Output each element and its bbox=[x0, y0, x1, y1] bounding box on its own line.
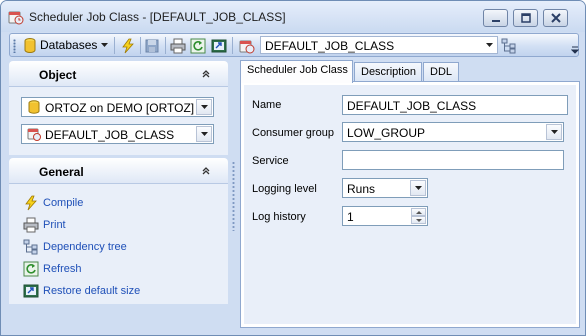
close-button[interactable] bbox=[543, 9, 568, 27]
tab-strip: Scheduler Job Class Description DDL bbox=[240, 60, 580, 83]
maximize-icon bbox=[521, 13, 531, 23]
job-class-icon bbox=[27, 128, 41, 141]
chevron-down-icon bbox=[201, 132, 208, 136]
database-combo-dropdown-button[interactable] bbox=[196, 99, 212, 115]
consumer-group-dropdown-button[interactable] bbox=[546, 124, 562, 140]
database-icon bbox=[28, 100, 40, 114]
compile-link-label[interactable]: Compile bbox=[43, 197, 83, 209]
consumer-group-value: LOW_GROUP bbox=[347, 126, 426, 140]
minimize-button[interactable] bbox=[483, 9, 508, 27]
close-icon bbox=[551, 13, 561, 23]
name-label: Name bbox=[252, 99, 282, 111]
chevron-up-icon bbox=[416, 211, 422, 214]
refresh-link-label[interactable]: Refresh bbox=[43, 263, 82, 275]
object-selector-dropdown-button[interactable] bbox=[483, 37, 497, 53]
toolbar-grip[interactable] bbox=[13, 39, 16, 53]
save-icon[interactable] bbox=[144, 38, 160, 54]
chevron-down-icon bbox=[551, 130, 558, 134]
tab-content: Name DEFAULT_JOB_CLASS Consumer group LO… bbox=[240, 81, 580, 328]
dependency-tree-link-label[interactable]: Dependency tree bbox=[43, 241, 127, 253]
restore-default-size-link-label[interactable]: Restore default size bbox=[43, 285, 140, 297]
object-selector-value: DEFAULT_JOB_CLASS bbox=[265, 39, 395, 53]
restore-size-icon bbox=[23, 284, 39, 298]
toolbar-separator bbox=[114, 37, 115, 54]
databases-menu-button[interactable]: Databases bbox=[40, 38, 97, 55]
tab-description[interactable]: Description bbox=[354, 62, 422, 82]
title-bar[interactable]: Scheduler Job Class - [DEFAULT_JOB_CLASS… bbox=[1, 1, 585, 32]
restore-size-icon[interactable] bbox=[211, 38, 227, 54]
service-field[interactable] bbox=[342, 150, 564, 170]
tab-scheduler-job-class[interactable]: Scheduler Job Class bbox=[240, 60, 353, 83]
chevron-down-icon bbox=[201, 105, 208, 109]
job-class-icon bbox=[8, 11, 24, 25]
job-class-form: Name DEFAULT_JOB_CLASS Consumer group LO… bbox=[244, 85, 576, 324]
database-icon[interactable] bbox=[24, 37, 36, 54]
database-combo[interactable]: ORTOZ on DEMO [ORTOZ] bbox=[21, 97, 214, 117]
toolbar: Databases DEFAULT_JOB_CLASS bbox=[9, 33, 579, 57]
service-label: Service bbox=[252, 155, 289, 167]
tab-ddl[interactable]: DDL bbox=[423, 62, 459, 82]
refresh-icon[interactable] bbox=[190, 38, 206, 54]
toolbar-separator bbox=[232, 37, 233, 54]
database-combo-value: ORTOZ on DEMO [ORTOZ] bbox=[45, 101, 195, 115]
object-combo-dropdown-button[interactable] bbox=[196, 126, 212, 142]
navigation-panel: Object ORTOZ on DEMO [ORTOZ] DEFAULT_JOB… bbox=[9, 61, 228, 329]
collapse-icon[interactable] bbox=[201, 69, 211, 79]
general-section-body: Compile Print Dependency tree Refresh Re… bbox=[9, 184, 228, 304]
toolbar-separator bbox=[140, 37, 141, 54]
general-section-title: General bbox=[39, 165, 84, 179]
logging-level-select[interactable]: Runs bbox=[342, 178, 428, 198]
window-title: Scheduler Job Class - [DEFAULT_JOB_CLASS… bbox=[29, 10, 286, 24]
tree-icon bbox=[23, 239, 38, 255]
toolbar-options-icon[interactable] bbox=[571, 46, 579, 54]
panel-splitter[interactable] bbox=[232, 161, 235, 231]
log-history-label: Log history bbox=[252, 211, 306, 223]
logging-level-value: Runs bbox=[347, 182, 376, 196]
log-history-spinner[interactable]: 1 bbox=[342, 206, 428, 226]
chevron-down-icon bbox=[416, 219, 422, 222]
consumer-group-label: Consumer group bbox=[252, 127, 334, 139]
consumer-group-select[interactable]: LOW_GROUP bbox=[342, 122, 564, 142]
object-section-body: ORTOZ on DEMO [ORTOZ] DEFAULT_JOB_CLASS bbox=[9, 87, 228, 155]
tree-icon[interactable] bbox=[501, 38, 517, 54]
collapse-icon[interactable] bbox=[201, 166, 211, 176]
minimize-icon bbox=[492, 20, 500, 22]
logging-level-label: Logging level bbox=[252, 183, 317, 195]
general-section-header[interactable]: General bbox=[9, 158, 228, 184]
print-icon bbox=[23, 217, 39, 233]
scheduler-job-class-window: Scheduler Job Class - [DEFAULT_JOB_CLASS… bbox=[0, 0, 586, 336]
chevron-down-icon bbox=[486, 43, 493, 47]
log-history-value: 1 bbox=[347, 210, 354, 224]
spin-down-button[interactable] bbox=[411, 216, 426, 224]
logging-level-dropdown-button[interactable] bbox=[410, 180, 426, 196]
print-icon[interactable] bbox=[170, 38, 186, 54]
object-combo-value: DEFAULT_JOB_CLASS bbox=[45, 128, 175, 142]
chevron-down-icon bbox=[415, 186, 422, 190]
print-link-label[interactable]: Print bbox=[43, 219, 66, 231]
name-field[interactable]: DEFAULT_JOB_CLASS bbox=[342, 95, 568, 115]
log-history-spin-buttons bbox=[411, 208, 426, 224]
lightning-icon bbox=[25, 195, 37, 211]
maximize-button[interactable] bbox=[513, 9, 538, 27]
object-selector-combo[interactable]: DEFAULT_JOB_CLASS bbox=[260, 36, 498, 54]
chevron-down-icon[interactable] bbox=[101, 43, 108, 60]
object-section-title: Object bbox=[39, 68, 77, 82]
object-section-header[interactable]: Object bbox=[9, 61, 228, 87]
refresh-icon bbox=[23, 261, 39, 277]
lightning-icon[interactable] bbox=[120, 38, 136, 54]
job-class-icon bbox=[239, 40, 255, 54]
spin-up-button[interactable] bbox=[411, 208, 426, 216]
toolbar-separator bbox=[165, 37, 166, 54]
object-combo[interactable]: DEFAULT_JOB_CLASS bbox=[21, 124, 214, 144]
